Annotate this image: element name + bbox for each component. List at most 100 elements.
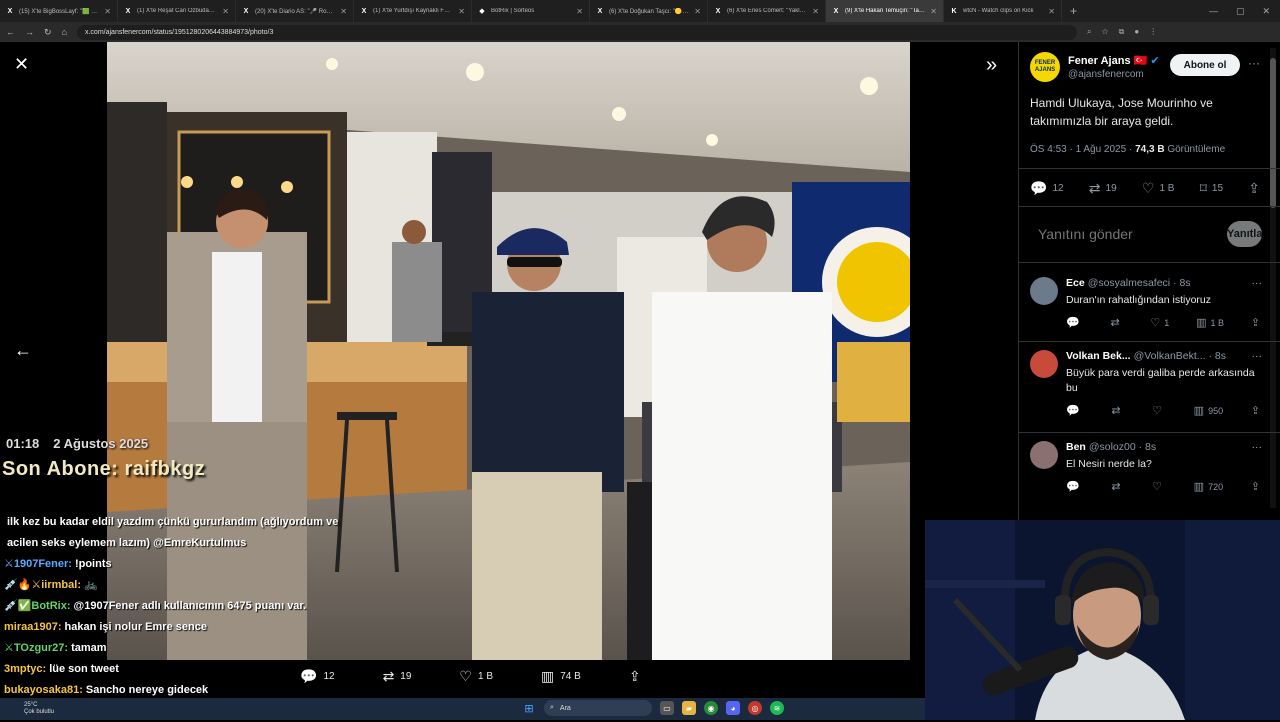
follow-button[interactable]: Abone ol [1170, 54, 1240, 76]
previous-photo-icon[interactable]: ← [14, 340, 32, 361]
views-action[interactable]: ▥ 1 B [1196, 316, 1224, 329]
back-icon[interactable]: ← [6, 27, 15, 37]
reply-tweet[interactable]: Ece @sosyalmesafeci · 8s ··· Duran'ın ra… [1030, 277, 1262, 329]
tab-close-icon[interactable]: ✕ [930, 7, 937, 16]
more-options-icon[interactable]: ··· [1252, 350, 1263, 362]
reply-button[interactable]: Yanıtla [1227, 221, 1263, 247]
avatar[interactable] [1030, 350, 1058, 378]
like-action[interactable]: ♡ [1152, 480, 1166, 493]
browser-tab[interactable]: X (15) X'te BigBossLayf: "🟩 RESM ✕ [0, 0, 118, 22]
views-action[interactable]: ▥ 950 [1194, 404, 1223, 417]
collapse-panel-icon[interactable]: » [986, 54, 997, 77]
browser-tab[interactable]: X (9) X'te Hakan Temuçin: "Takım ✕ [826, 0, 944, 22]
bookmark-stat[interactable]: ⌑ 15 [1200, 180, 1223, 197]
reply-action[interactable]: 💬 [1066, 316, 1084, 329]
window-close-icon[interactable]: ✕ [1262, 6, 1270, 17]
more-options-icon[interactable]: ··· [1248, 56, 1260, 70]
browser-tab[interactable]: X (6) X'te Enes Cömert: "Yaklaşık ✕ [708, 0, 826, 22]
tab-close-icon[interactable]: ✕ [104, 7, 111, 16]
zoom-icon[interactable]: ⌕ [1087, 27, 1091, 37]
browser-tab[interactable]: KwtcN - Watch clips on Kick ✕ [944, 0, 1062, 22]
share-icon: ⇪ [628, 668, 641, 684]
avatar[interactable] [1030, 441, 1058, 469]
taskbar-search[interactable]: ⌕ Ara [544, 700, 652, 716]
obs-icon[interactable]: ◎ [748, 701, 762, 715]
tweet-time[interactable]: ÖS 4:53 · 1 Ağu 2025 · [1030, 144, 1132, 155]
views-action[interactable]: ▥ 74 B [541, 668, 581, 685]
share-action[interactable]: ⇪ [1251, 480, 1260, 493]
avatar[interactable]: FENER AJANS [1030, 52, 1060, 82]
more-options-icon[interactable]: ··· [1252, 441, 1263, 453]
tab-close-icon[interactable]: ✕ [576, 7, 583, 16]
browser-tab[interactable]: X (6) X'te Doğukan Taşcı: "🟡 Fen ✕ [590, 0, 708, 22]
tab-close-icon[interactable]: ✕ [222, 7, 229, 16]
reply-action[interactable]: 💬 [1066, 404, 1084, 417]
maximize-icon[interactable]: ▢ [1236, 6, 1245, 17]
browser-tab[interactable]: X (1) X'te Reşat Can Özbudak: "C ✕ [118, 0, 236, 22]
forward-icon[interactable]: → [25, 27, 34, 37]
tab-favicon-icon: X [125, 7, 131, 15]
panel-scrollbar[interactable] [1270, 48, 1276, 508]
discord-icon[interactable]: ◕ [726, 701, 740, 715]
share-action[interactable]: ⇪ [629, 668, 641, 685]
like-action[interactable]: ♡ 1 B [459, 668, 493, 685]
reply-author[interactable]: Ece [1066, 277, 1085, 289]
tab-close-icon[interactable]: ✕ [812, 7, 819, 16]
reply-input[interactable] [1038, 226, 1219, 242]
repost-icon: ⇄ [1110, 317, 1120, 329]
views-icon: ▥ [1193, 481, 1205, 493]
repost-action[interactable]: ⇄ [1111, 404, 1124, 417]
bookmark-star-icon[interactable]: ☆ [1101, 27, 1108, 37]
tab-title: (1) X'te Reşat Can Özbudak: "C [137, 8, 218, 14]
weather-widget[interactable]: 25°C Çok bulutlu [0, 702, 54, 716]
task-view-icon[interactable]: ▭ [660, 701, 674, 715]
photo-action-bar: 💬 12 ⇄ 19 ♡ 1 B ▥ 74 B ⇪ [300, 668, 641, 685]
bookmark-icon: ⌑ [1199, 180, 1207, 196]
tab-close-icon[interactable]: ✕ [340, 7, 347, 16]
share-action[interactable]: ⇪ [1251, 316, 1260, 329]
spotify-icon[interactable]: ≋ [770, 701, 784, 715]
chat-username: bukayosaka81: [4, 684, 83, 696]
new-tab-icon[interactable]: + [1062, 4, 1085, 18]
like-action[interactable]: ♡ [1152, 404, 1166, 417]
like-stat[interactable]: ♡ 1 B [1142, 180, 1175, 197]
tweet-author[interactable]: FENER AJANS Fener Ajans 🇹🇷 ✔ @ajansfener… [1030, 52, 1160, 82]
home-icon[interactable]: ⌂ [62, 27, 67, 37]
repost-action[interactable]: ⇄ [1111, 480, 1124, 493]
repost-action[interactable]: ⇄ 19 [383, 668, 412, 685]
share-stat[interactable]: ⇪ [1248, 180, 1260, 197]
views-action[interactable]: ▥ 720 [1194, 480, 1223, 493]
reload-icon[interactable]: ↻ [44, 27, 52, 38]
close-icon[interactable]: ✕ [14, 54, 29, 75]
reply-action[interactable]: 💬 [1066, 480, 1084, 493]
browser-tab[interactable]: X (1) X'te Yurtdışı Kaynaklı Fenerb ✕ [354, 0, 472, 22]
reply-tweet[interactable]: Volkan Bek... @VolkanBekt... · 8s ··· Bü… [1030, 350, 1262, 417]
avatar[interactable] [1030, 277, 1058, 305]
chrome-icon[interactable]: ◉ [704, 701, 718, 715]
url-field[interactable]: x.com/ajansfenercom/status/1951280206443… [76, 24, 1077, 40]
browser-tab[interactable]: X (20) X'te Diario AS: "🎤 Rodryg ✕ [236, 0, 354, 22]
tab-close-icon[interactable]: ✕ [694, 7, 701, 16]
reply-author[interactable]: Volkan Bek... [1066, 350, 1131, 362]
browser-tab[interactable]: ◆ BotRix | Sorteos ✕ [472, 0, 590, 22]
chat-username: 💉🔥⚔iirmbal: [4, 579, 81, 591]
windows-start-icon[interactable]: ⊞ [522, 701, 536, 715]
share-action[interactable]: ⇪ [1251, 404, 1260, 417]
menu-icon[interactable]: ⋮ [1149, 27, 1157, 37]
more-options-icon[interactable]: ··· [1252, 277, 1263, 289]
reply-stat[interactable]: 💬 12 [1030, 180, 1064, 197]
like-action[interactable]: ♡ 1 [1150, 316, 1169, 329]
search-icon: ⌕ [550, 704, 554, 711]
share-icon: ⇪ [1250, 405, 1260, 417]
extensions-icon[interactable]: ⧉ [1119, 27, 1125, 37]
tab-close-icon[interactable]: ✕ [1048, 7, 1055, 16]
repost-action[interactable]: ⇄ [1110, 316, 1123, 329]
reply-tweet[interactable]: Ben @soloz00 · 8s ··· El Nesiri nerde la… [1030, 441, 1262, 493]
profile-icon[interactable]: ● [1134, 27, 1139, 37]
chat-username: ⚔TOzgur27: [4, 642, 69, 654]
tab-close-icon[interactable]: ✕ [458, 7, 465, 16]
file-explorer-icon[interactable]: ▰ [682, 701, 696, 715]
minimize-icon[interactable]: — [1209, 6, 1218, 17]
reply-author[interactable]: Ben [1066, 441, 1086, 453]
repost-stat[interactable]: ⇄ 19 [1089, 180, 1117, 197]
